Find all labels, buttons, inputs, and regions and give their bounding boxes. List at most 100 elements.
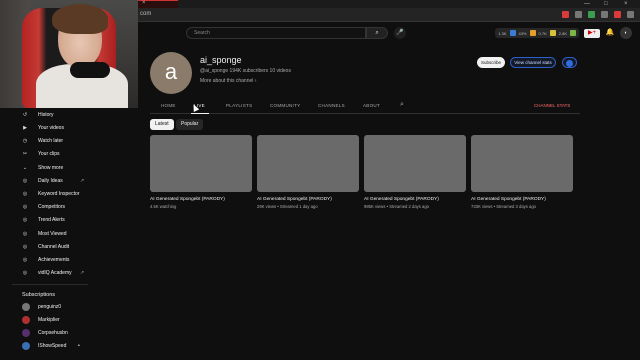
video-meta: 29K views • Streamed 1 day ago [257, 204, 318, 209]
vidiq-icon: ◎ [22, 231, 28, 237]
more-about-link[interactable]: More about this channel › [200, 78, 256, 84]
maximize-icon[interactable]: □ [604, 0, 608, 8]
webcam-headphones [70, 62, 110, 78]
sidebar-item-vidiq-academy[interactable]: ◎ vidIQ Academy ↗ [22, 268, 92, 278]
video-title[interactable]: AI Generated Spongebt (PARODY) [364, 197, 466, 202]
sidebar-item-watch-later[interactable]: ◷ Watch later [22, 136, 92, 146]
subscribe-button[interactable]: Subscribe [477, 57, 505, 68]
live-dot: • [78, 343, 80, 349]
subscription-item[interactable]: IShowSpeed • [22, 341, 92, 351]
extension-icon[interactable] [562, 11, 569, 18]
account-avatar[interactable]: ◐ [620, 27, 632, 39]
video-meta: 4.5K watching [150, 204, 177, 209]
sidebar-item-show-more[interactable]: ⌄ Show more [22, 163, 92, 173]
avatar [22, 342, 30, 350]
subscription-item[interactable]: Markiplier [22, 315, 92, 325]
subscription-item[interactable]: Corpsehusbn [22, 328, 92, 338]
sidebar-item-achievements[interactable]: ◎ Achievements [22, 255, 92, 265]
channel-tabs: HOME LIVE PLAYLISTS COMMUNITY CHANNELS A… [150, 100, 580, 114]
sidebar-item-competitors[interactable]: ◎ Competitors [22, 202, 92, 212]
extension-icon[interactable] [601, 11, 608, 18]
channel-search-icon[interactable]: ⌕ [400, 101, 404, 109]
clock-icon: ◷ [22, 138, 28, 144]
tab-close-icon[interactable]: × [142, 0, 146, 6]
sidebar-item-most-viewed[interactable]: ◎ Most Viewed [22, 229, 92, 239]
video-card[interactable]: AI Generated Spongebt (PARODY) 733K view… [471, 135, 573, 209]
extension-icon[interactable] [575, 11, 582, 18]
search-icon: ⌕ [375, 30, 379, 36]
video-title[interactable]: AI Generated Spongebt (PARODY) [150, 197, 252, 202]
tab-community[interactable]: COMMUNITY [270, 103, 300, 108]
sidebar-item-your-videos[interactable]: ▶ Your videos [22, 123, 92, 133]
channel-meta: @ai_sponge 194K subscribers 10 videos [200, 68, 291, 74]
tab-home[interactable]: HOME [161, 103, 176, 108]
tab-about[interactable]: ABOUT [363, 103, 380, 108]
vidiq-stat: 1.3K [498, 30, 507, 36]
video-card[interactable]: AI Generated Spongebt (PARODY) 4.5K watc… [150, 135, 252, 209]
video-thumbnail[interactable] [364, 135, 466, 192]
channel-avatar[interactable]: a [150, 52, 192, 94]
sidebar-item-label: Daily Ideas [38, 178, 63, 184]
sidebar-item-your-clips[interactable]: ✂ Your clips [22, 149, 92, 159]
browser-active-tab[interactable]: × [138, 0, 178, 8]
vidiq-stat: 43% [518, 30, 527, 36]
chip-latest[interactable]: Latest [150, 119, 174, 130]
vidiq-icon: ◎ [22, 257, 28, 263]
video-thumbnail[interactable] [150, 135, 252, 192]
chevron-down-icon: ⌄ [22, 165, 28, 171]
subscription-name: Markiplier [38, 317, 60, 323]
url-text: com [140, 11, 152, 17]
extension-icon[interactable] [588, 11, 595, 18]
external-link-icon: ↗ [80, 270, 85, 276]
bell-icon[interactable]: 🔔 [605, 28, 615, 38]
avatar [22, 303, 30, 311]
subscription-name: IShowSpeed [38, 343, 67, 349]
sidebar-item-label: Your videos [38, 125, 64, 131]
vidiq-stat: 0.7K [538, 30, 547, 36]
subscription-name: Corpsehusbn [38, 330, 68, 336]
sidebar-item-label: Channel Audit [38, 244, 70, 250]
sidebar-item-keyword-inspector[interactable]: ◎ Keyword Inspector [22, 189, 92, 199]
extension-icon[interactable] [627, 11, 634, 18]
search-button[interactable]: ⌕ [366, 27, 388, 39]
video-thumbnail[interactable] [257, 135, 359, 192]
sidebar-item-label: Trend Alerts [38, 217, 65, 223]
sidebar-divider [12, 284, 88, 285]
sidebar-item-trend-alerts[interactable]: ◎ Trend Alerts [22, 215, 92, 225]
vidiq-icon [570, 30, 576, 36]
avatar [22, 316, 30, 324]
tab-playlists[interactable]: PLAYLISTS [226, 103, 252, 108]
video-card[interactable]: AI Generated Spongebt (PARODY) 29K views… [257, 135, 359, 209]
video-card[interactable]: AI Generated Spongebt (PARODY) 985K view… [364, 135, 466, 209]
vidiq-icon: ◎ [22, 178, 28, 184]
webcam-person-hair [52, 4, 108, 34]
extension-icon[interactable] [614, 11, 621, 18]
vidiq-icon: ◎ [22, 217, 28, 223]
vidiq-button[interactable] [562, 57, 577, 68]
vidiq-icon: ◎ [22, 191, 28, 197]
avatar [22, 329, 30, 337]
minimize-icon[interactable]: — [584, 0, 590, 8]
search-input[interactable]: Search [186, 27, 366, 39]
vidiq-stats-pill[interactable]: 1.3K 43% 0.7K 2.8K [495, 28, 579, 38]
sidebar-item-history[interactable]: ↺ History [22, 110, 92, 120]
subscriptions-heading: Subscriptions [22, 292, 56, 298]
video-title[interactable]: AI Generated Spongebt (PARODY) [471, 197, 573, 202]
create-icon[interactable]: ▶+ [584, 28, 600, 38]
tab-channels[interactable]: CHANNELS [318, 103, 345, 108]
sidebar-item-label: Competitors [38, 204, 65, 210]
subscription-item[interactable]: penguinz0 [22, 302, 92, 312]
mic-icon[interactable]: 🎤 [394, 27, 406, 39]
play-icon: ▶ [23, 125, 27, 131]
sidebar-item-label: Show more [38, 165, 64, 171]
video-thumbnail[interactable] [471, 135, 573, 192]
close-window-icon[interactable]: × [624, 0, 628, 8]
chip-popular[interactable]: Popular [176, 119, 204, 130]
vidiq-logo-icon [566, 60, 573, 67]
sidebar-item-label: Watch later [38, 138, 64, 144]
video-title[interactable]: AI Generated Spongebt (PARODY) [257, 197, 359, 202]
sidebar-item-channel-audit[interactable]: ◎ Channel Audit [22, 242, 92, 252]
sidebar-item-daily-ideas[interactable]: ◎ Daily Ideas ↗ [22, 176, 92, 186]
channel-stats-tab[interactable]: CHANNEL STATS [534, 103, 570, 108]
view-channel-stats-button[interactable]: View channel stats [510, 57, 556, 68]
